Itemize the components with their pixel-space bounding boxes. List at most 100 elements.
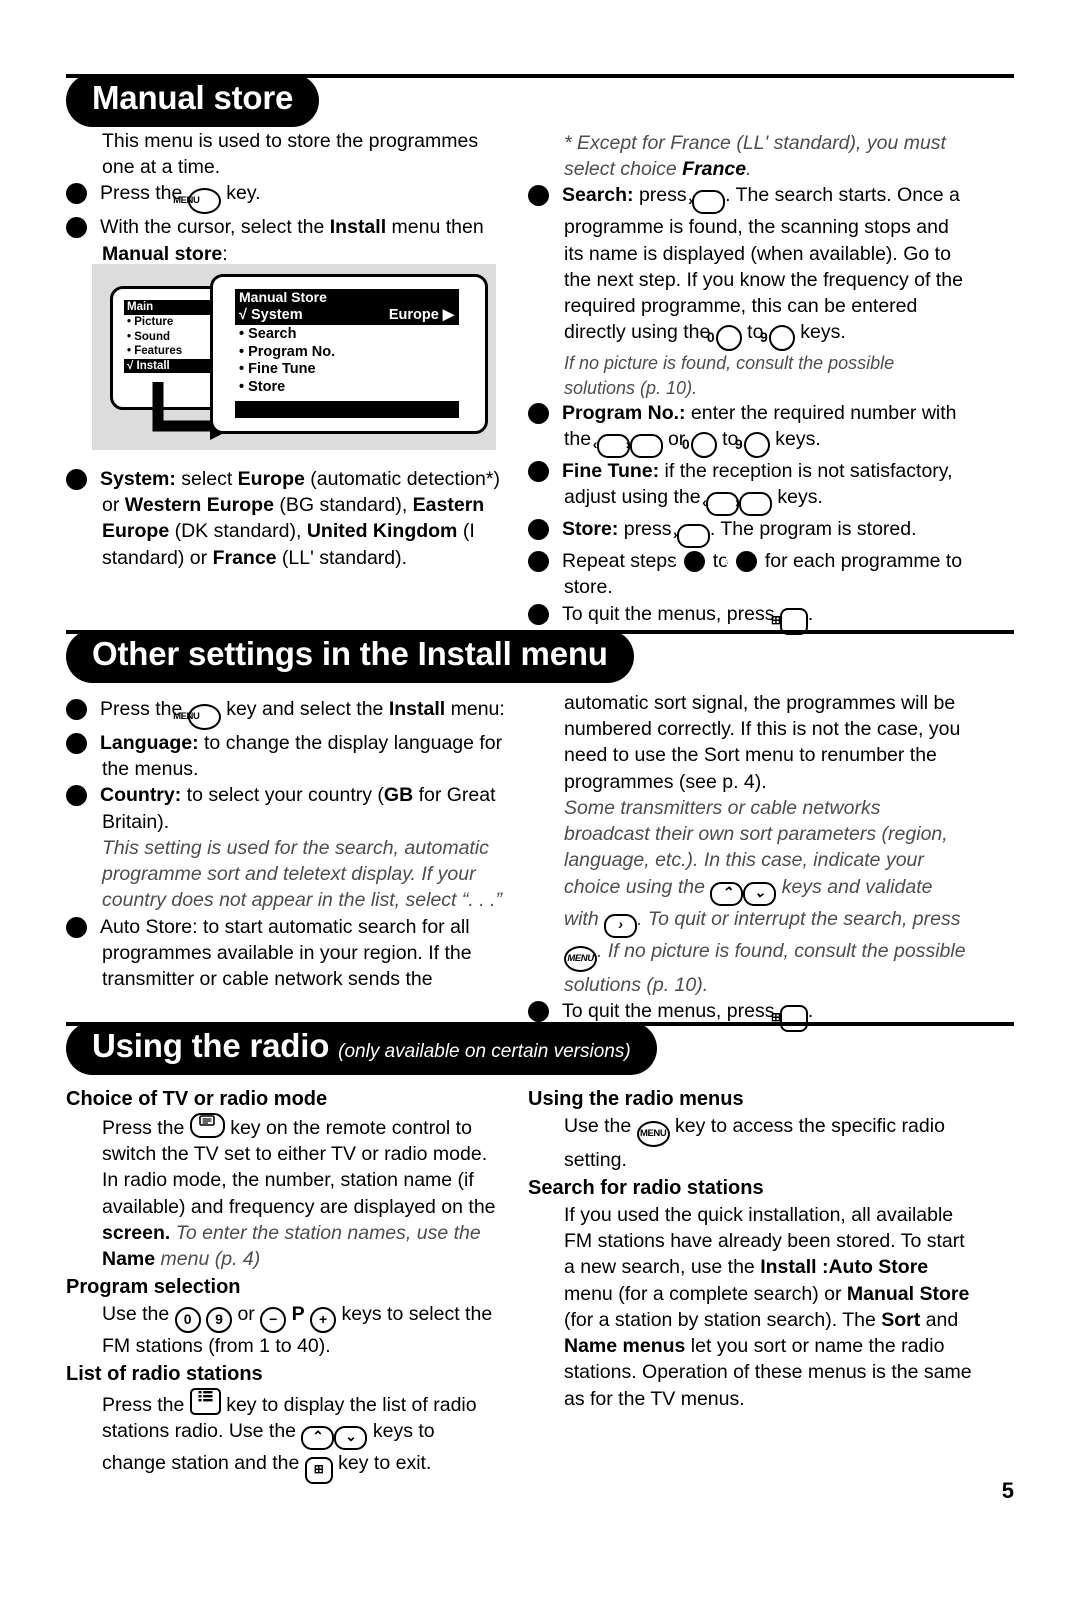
rr-h2-f: Sort [881,1308,921,1331]
minus-key-icon: − [260,1307,287,1334]
down-arrow-key-label: ⌄ [345,1428,357,1445]
os-step3-a: to select your country ( [181,784,384,807]
other-settings-step-4: 4 Auto Store: to start automatic search f… [55,914,506,993]
section-title-manual-store: Manual store [66,74,320,127]
step4-label: Search: [562,184,634,207]
step2-b: Install [329,216,387,239]
rl-h2-c: or [232,1303,261,1326]
rr-h2-e: (for a station by station search). The [564,1308,882,1331]
osd-diagram: Main • Picture • Sound • Features √ Inst… [92,264,496,450]
os-step3-b: GB [383,784,414,807]
manual-store-step-1: 1 Press the MENU key. [55,180,496,215]
manual-store-step4-note: If no picture is found, consult the poss… [564,353,895,398]
right-arrow-key-label: › [735,494,740,511]
down-arrow-key-label: ⌄ [753,883,766,900]
other-settings-step-1: 1 Press the MENU key and select the Insta… [55,696,506,730]
nine-key-label: 9 [734,435,743,452]
right-arrow-key-label: › [673,526,678,543]
step9-a: To quit the menus, press [562,602,780,625]
manual-store-step-5: 5 Program No.: enter the required number … [517,400,968,458]
step2-e: : [222,242,228,265]
other-settings-right-column: automatic sort signal, the programmes wi… [517,690,968,1032]
osd-manual-store-menu: Manual Store Europe ▶ √ System • Search … [210,274,488,434]
osd-store-item: • Fine Tune [239,361,316,377]
menu-key-label: MENU [567,952,594,964]
radio-heading-search-stations: Search for radio stations [528,1177,764,1200]
page-number: 5 [1001,1478,1014,1503]
zero-key-label: 0 [681,435,690,452]
nine-key-icon: 9 [735,431,770,458]
menu-key-icon: MENU [173,188,221,215]
step2-c: menu then [386,216,484,239]
exit-key-icon: ⊞ [304,1457,333,1485]
other-settings-continuation: automatic sort signal, the programmes wi… [564,692,961,793]
osd-store-list: • Search • Program No. • Fine Tune • Sto… [239,326,335,396]
osd-main-item-label: Sound [134,330,171,343]
rl-h3-a: Press the [102,1394,190,1417]
step4-b: . The search starts. Once a programme is… [564,184,963,344]
manual-store-step3-wrap: 3 System: select Europe (automatic detect… [55,466,506,571]
right-arrow-key-icon: › [673,524,710,549]
section-subtitle-text: (only available on certain versions) [338,1041,631,1062]
radio-right-column: Using the radio menus Use the MENU key t… [528,1086,972,1412]
right-arrow-key-label: › [688,192,693,209]
step-number-5: 5 [517,1000,549,1022]
osd-store-title: Manual Store [235,289,459,306]
radio-left-column: Choice of TV or radio mode Press the key… [66,1086,504,1485]
nine-key-label: 9 [215,1311,223,1328]
step-number-1: 1 [55,699,87,720]
osd-store-item: • Search [239,326,297,342]
step6-b: keys. [772,486,823,509]
osd-store-item-label: Search [248,326,297,342]
menu-key-label: MENU [173,195,200,207]
osd-main-item-label: Install [136,359,170,372]
step-number-4: 4 [517,185,549,207]
step1-pre: Press the [100,182,183,205]
other-settings-step3-note: This setting is used for the search, aut… [102,836,502,912]
zero-key-icon: 0 [174,1307,201,1334]
step-number-7: 7 [517,519,549,541]
left-arrow-key-icon: ‹ [593,433,630,458]
list-key-icon [189,1388,221,1416]
step-number-2: 2 [55,733,87,754]
step-number-2: 2 [55,217,87,239]
section-title-using-the-radio: Using the radio (only available on certa… [66,1022,657,1075]
osd-store-footer-bar [235,401,459,418]
osd-main-item-label: Picture [134,316,174,328]
step2-d: Manual store [102,242,223,265]
manual-store-step-2: 2 With the cursor, select the Install men… [55,214,496,266]
rl-h2-a: Use the [102,1303,175,1326]
manual-store-step-7: 7 Store: press › . The program is stored. [517,516,968,549]
rl-h1-d: To enter the station names, use the [170,1221,481,1244]
left-arrow-key-icon: ‹ [702,492,740,517]
radio-heading-choice: Choice of TV or radio mode [66,1088,328,1110]
step3-uk: United Kingdom [306,520,458,543]
radio-heading-list-of-stations: List of radio stations [66,1363,263,1386]
step-number-9: 9 [517,603,549,625]
step3-france: France [212,546,277,569]
footnote-b: France [682,158,747,181]
step7-a: press [618,518,677,541]
rr-h2-c: menu (for a complete search) or [564,1282,847,1305]
os-step1-c: Install [388,698,446,720]
rr-h2-h: Name menus [564,1335,686,1358]
os-step1-b: key and select the [220,698,389,720]
nine-key-icon: 9 [760,325,795,352]
left-arrow-key-label: ‹ [702,494,707,511]
manual-store-step-4: 4 Search: press ›. The search starts. Onc… [517,182,968,352]
step4-a: press [633,184,693,207]
exit-key-icon: ⊞ [771,1004,808,1032]
osd-store-system-label: System [251,307,303,323]
rl-h1-a: Press the [102,1116,190,1139]
osd-store-item-label: Program No. [248,343,336,360]
section-title-other-settings: Other settings in the Install menu [66,630,634,683]
os-note-d: . If no picture is found, consult the po… [564,939,966,996]
tv-glyph [199,1115,216,1126]
up-arrow-key-icon: ⌃ [301,1426,335,1451]
rr-h1-a: Use the [564,1114,637,1137]
step5-d: keys. [769,427,821,450]
document-page: Manual store This menu is used to store … [0,0,1080,1620]
zero-key-icon: 0 [682,431,717,458]
zero-key-icon: 0 [707,325,742,352]
step3-label: System: [100,468,176,490]
